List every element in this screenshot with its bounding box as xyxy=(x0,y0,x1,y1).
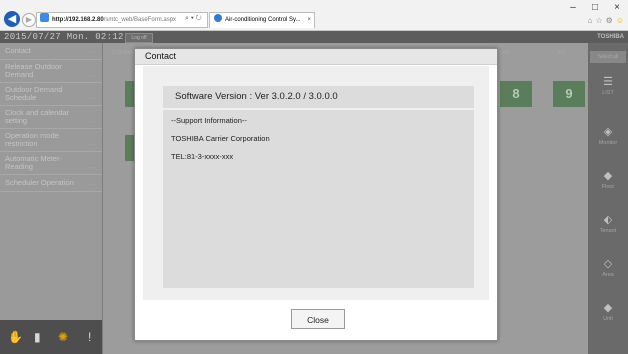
floor-tile-9[interactable]: 9 xyxy=(553,81,585,107)
alert-icon[interactable]: ! xyxy=(88,330,91,344)
software-version: Software Version : Ver 3.0.2.0 / 3.0.0.0 xyxy=(163,86,474,108)
sidebar-item-label: Release Outdoor Demand xyxy=(5,62,62,79)
support-header: --Support Information-- xyxy=(171,116,247,125)
tab-title: Air-conditioning Control Sy... xyxy=(225,17,301,23)
page-icon xyxy=(40,13,49,22)
monitor-icon: ◈ xyxy=(603,126,613,138)
nav-label: Tenant xyxy=(599,228,617,234)
sidebar-item-clock-calendar[interactable]: Clock and calendar setting … xyxy=(0,106,102,129)
sidebar-item-label: Outdoor Demand Schedule xyxy=(5,85,63,102)
support-info-panel: --Support Information-- TOSHIBA Carrier … xyxy=(163,110,474,288)
sidebar-item-label: Contact xyxy=(5,46,31,55)
app-topbar: 2015/07/27 Mon. 02:12 Log off TOSHIBA xyxy=(0,31,628,43)
logout-button[interactable]: Log off xyxy=(125,33,153,43)
chevron-right-icon: … xyxy=(90,49,96,55)
floor-tile-8[interactable]: 8 xyxy=(500,81,532,107)
nav-label: Monitor xyxy=(598,140,618,146)
tile-header: 8 F xyxy=(503,50,511,56)
dialog-title: Contact xyxy=(135,49,497,65)
back-button[interactable]: ◀ xyxy=(4,11,20,27)
nav-tenant[interactable]: ⬖ Tenant xyxy=(588,213,628,234)
chevron-right-icon: … xyxy=(90,72,96,78)
floor-icon: ◆ xyxy=(603,170,613,182)
window-controls: – □ × xyxy=(568,2,622,13)
nav-floor[interactable]: ◆ Floor xyxy=(588,169,628,190)
chevron-right-icon: … xyxy=(90,181,96,187)
sidebar-item-label: Clock and calendar setting xyxy=(5,108,70,125)
chevron-right-icon: … xyxy=(90,141,96,147)
sidebar-item-release-outdoor-demand[interactable]: Release Outdoor Demand … xyxy=(0,60,102,83)
favorites-icon[interactable]: ☆ xyxy=(595,16,602,25)
sidebar-item-contact[interactable]: Contact … xyxy=(0,43,102,60)
close-window-button[interactable]: × xyxy=(612,2,622,13)
browser-chrome: – □ × ◀ ▶ http://192.168.2.80/smtc_web/B… xyxy=(0,0,628,31)
chevron-right-icon: … xyxy=(90,118,96,124)
maximize-button[interactable]: □ xyxy=(590,2,600,13)
nav-list[interactable]: ☰ LIST xyxy=(588,75,628,96)
sidebar-toolbar: ✋ ▮ ✺ ! xyxy=(0,320,102,354)
nav-label: Area xyxy=(602,272,614,278)
address-bar[interactable]: http://192.168.2.80/smtc_web/BaseForm.as… xyxy=(36,12,208,28)
feedback-icon[interactable]: ☺ xyxy=(616,16,624,25)
nav-monitor[interactable]: ◈ Monitor xyxy=(588,125,628,146)
minimize-button[interactable]: – xyxy=(568,2,578,13)
sidebar-item-label: Operation mode restriction xyxy=(5,131,59,148)
tab-favicon-icon xyxy=(214,14,222,22)
book-icon[interactable]: ▮ xyxy=(34,330,41,344)
contact-dialog: Contact Software Version : Ver 3.0.2.0 /… xyxy=(134,48,498,341)
chevron-right-icon: … xyxy=(90,95,96,101)
tab-close-icon[interactable]: × xyxy=(307,13,311,28)
sidebar-item-outdoor-demand-schedule[interactable]: Outdoor Demand Schedule … xyxy=(0,83,102,106)
chevron-right-icon: … xyxy=(90,164,96,170)
sidebar-item-operation-mode[interactable]: Operation mode restriction … xyxy=(0,129,102,152)
brand-logo: TOSHIBA xyxy=(597,34,624,40)
browser-tab[interactable]: Air-conditioning Control Sy... × xyxy=(209,12,315,28)
right-nav: Select all ☰ LIST ◈ Monitor ◆ Floor ⬖ Te… xyxy=(588,43,628,354)
sidebar-item-meter-reading[interactable]: Automatic Meter-Reading … xyxy=(0,152,102,175)
nav-area[interactable]: ◇ Area xyxy=(588,257,628,278)
dialog-body: Software Version : Ver 3.0.2.0 / 3.0.0.0… xyxy=(143,66,489,300)
sun-icon[interactable]: ✺ xyxy=(58,330,68,344)
list-icon: ☰ xyxy=(603,76,613,88)
phone-number: TEL:81-3-xxxx-xxx xyxy=(171,152,234,161)
browser-toolbar: ⌂ ☆ ⚙ ☺ xyxy=(588,16,624,25)
sidebar-item-scheduler[interactable]: Scheduler Operation … xyxy=(0,175,102,192)
nav-label: Unit xyxy=(603,316,613,322)
select-all-button[interactable]: Select all xyxy=(590,51,626,63)
unit-icon: ◆ xyxy=(603,302,613,314)
forward-button[interactable]: ▶ xyxy=(22,13,36,27)
settings-icon[interactable]: ⚙ xyxy=(606,16,613,25)
url-host: http://192.168.2.80 xyxy=(52,17,104,23)
url-path: /smtc_web/BaseForm.aspx xyxy=(103,17,177,23)
home-icon[interactable]: ⌂ xyxy=(588,16,593,25)
close-button[interactable]: Close xyxy=(291,309,345,329)
address-actions[interactable]: ⌕ ▾ ↻ xyxy=(185,12,202,26)
datetime: 2015/07/27 Mon. 02:12 xyxy=(4,32,124,42)
nav-label: LIST xyxy=(602,90,614,96)
sidebar-item-label: Automatic Meter-Reading xyxy=(5,154,63,171)
sidebar-item-label: Scheduler Operation xyxy=(5,178,74,187)
nav-label: Floor xyxy=(601,184,615,190)
sidebar: Contact … Release Outdoor Demand … Outdo… xyxy=(0,43,103,354)
company-name: TOSHIBA Carrier Corporation xyxy=(171,134,270,143)
nav-unit[interactable]: ◆ Unit xyxy=(588,301,628,322)
area-icon: ◇ xyxy=(603,258,613,270)
tenant-icon: ⬖ xyxy=(603,214,613,226)
hand-icon[interactable]: ✋ xyxy=(8,330,23,344)
